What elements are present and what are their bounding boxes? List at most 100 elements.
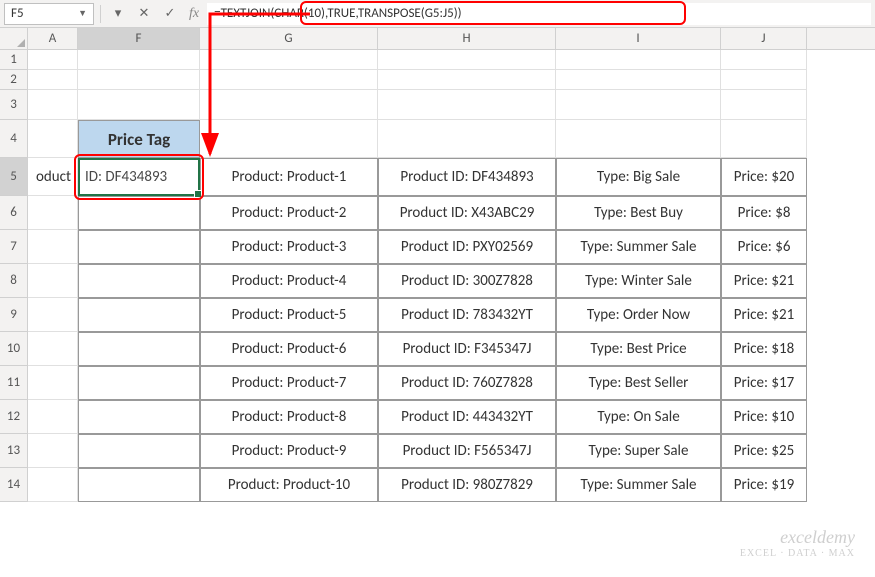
select-all-corner[interactable] <box>0 28 28 49</box>
cell[interactable]: Type: Best Buy <box>556 196 721 230</box>
cell[interactable]: Type: Big Sale <box>556 158 721 196</box>
cell[interactable]: Product: Product-3 <box>200 230 378 264</box>
cell[interactable]: Product ID: 300Z7828 <box>378 264 556 298</box>
cell[interactable]: Price: $20 <box>721 158 807 196</box>
cell[interactable]: Product: Product-9 <box>200 434 378 468</box>
cell[interactable] <box>556 50 721 70</box>
cell[interactable] <box>28 434 78 468</box>
cell[interactable] <box>78 70 200 90</box>
cell[interactable]: Price: $6 <box>721 230 807 264</box>
cell[interactable] <box>28 196 78 230</box>
cell[interactable] <box>78 366 200 400</box>
cell[interactable]: Type: Best Price <box>556 332 721 366</box>
cell[interactable]: Type: Order Now <box>556 298 721 332</box>
cell[interactable] <box>378 70 556 90</box>
row-header[interactable]: 5 <box>0 158 28 196</box>
cell[interactable] <box>556 70 721 90</box>
cell[interactable] <box>28 366 78 400</box>
cell[interactable] <box>721 50 807 70</box>
cell[interactable] <box>28 298 78 332</box>
col-header-g[interactable]: G <box>200 28 378 49</box>
cell[interactable]: Product ID: 443432YT <box>378 400 556 434</box>
header-price-tag[interactable]: Price Tag <box>78 120 200 158</box>
cell[interactable] <box>200 90 378 120</box>
cell-f5[interactable]: ID: DF434893 <box>78 158 200 196</box>
cell[interactable] <box>78 468 200 502</box>
cell-overflow[interactable]: oduct <box>28 158 78 196</box>
cell[interactable]: Product ID: F345347J <box>378 332 556 366</box>
cell[interactable]: Product ID: 760Z7828 <box>378 366 556 400</box>
row-header[interactable]: 4 <box>0 120 28 158</box>
cell[interactable] <box>78 264 200 298</box>
spreadsheet-grid[interactable]: 1 2 3 4 Price Tag 5 od <box>0 50 875 502</box>
name-box[interactable]: F5 ▼ <box>4 3 94 25</box>
row-header[interactable]: 12 <box>0 400 28 434</box>
cell[interactable]: Product ID: F565347J <box>378 434 556 468</box>
row-header[interactable]: 11 <box>0 366 28 400</box>
cell[interactable]: Price: $19 <box>721 468 807 502</box>
row-header[interactable]: 2 <box>0 70 28 90</box>
cell[interactable] <box>378 50 556 70</box>
cell[interactable]: Product ID: X43ABC29 <box>378 196 556 230</box>
cell[interactable] <box>200 70 378 90</box>
cell[interactable]: Price: $21 <box>721 264 807 298</box>
cell[interactable] <box>28 50 78 70</box>
cell[interactable] <box>78 90 200 120</box>
formula-input[interactable]: =TEXTJOIN(CHAR(10),TRUE,TRANSPOSE(G5:J5)… <box>207 3 871 25</box>
cell[interactable]: Product ID: 783432YT <box>378 298 556 332</box>
cancel-icon[interactable]: ✕ <box>133 3 155 25</box>
cell[interactable]: Product: Product-5 <box>200 298 378 332</box>
cell[interactable]: Product: Product-1 <box>200 158 378 196</box>
cell[interactable] <box>200 50 378 70</box>
cell[interactable] <box>28 90 78 120</box>
cell[interactable]: Type: Summer Sale <box>556 468 721 502</box>
cell[interactable] <box>78 196 200 230</box>
cell[interactable] <box>378 90 556 120</box>
cell[interactable]: Product ID: PXY02569 <box>378 230 556 264</box>
cell[interactable] <box>78 332 200 366</box>
cell[interactable]: Product: Product-7 <box>200 366 378 400</box>
col-header-h[interactable]: H <box>378 28 556 49</box>
col-header-a[interactable]: A <box>28 28 78 49</box>
down-icon[interactable]: ▾ <box>107 3 129 25</box>
cell[interactable]: Type: Best Seller <box>556 366 721 400</box>
col-header-j[interactable]: J <box>721 28 807 49</box>
cell[interactable] <box>78 230 200 264</box>
cell[interactable] <box>200 120 378 158</box>
cell[interactable]: Price: $8 <box>721 196 807 230</box>
cell[interactable] <box>556 120 721 158</box>
row-header[interactable]: 14 <box>0 468 28 502</box>
cell[interactable] <box>28 230 78 264</box>
cell[interactable]: Type: Super Sale <box>556 434 721 468</box>
cell[interactable] <box>378 120 556 158</box>
cell[interactable] <box>78 50 200 70</box>
cell[interactable] <box>28 120 78 158</box>
cell[interactable]: Price: $10 <box>721 400 807 434</box>
cell[interactable]: Product: Product-6 <box>200 332 378 366</box>
cell[interactable] <box>28 400 78 434</box>
cell[interactable]: Product: Product-10 <box>200 468 378 502</box>
row-header[interactable]: 8 <box>0 264 28 298</box>
col-header-f[interactable]: F <box>78 28 200 49</box>
cell[interactable]: Type: Summer Sale <box>556 230 721 264</box>
cell[interactable] <box>78 434 200 468</box>
cell[interactable]: Type: Winter Sale <box>556 264 721 298</box>
cell[interactable] <box>28 332 78 366</box>
cell[interactable]: Type: On Sale <box>556 400 721 434</box>
row-header[interactable]: 9 <box>0 298 28 332</box>
chevron-down-icon[interactable]: ▼ <box>78 8 87 19</box>
row-header[interactable]: 6 <box>0 196 28 230</box>
cell[interactable]: Product: Product-8 <box>200 400 378 434</box>
cell[interactable] <box>28 70 78 90</box>
cell[interactable] <box>556 90 721 120</box>
cell[interactable]: Product: Product-4 <box>200 264 378 298</box>
cell[interactable]: Product ID: 980Z7829 <box>378 468 556 502</box>
cell[interactable] <box>28 264 78 298</box>
cell[interactable]: Price: $17 <box>721 366 807 400</box>
fx-icon[interactable]: fx <box>185 6 203 22</box>
cell[interactable] <box>721 70 807 90</box>
cell[interactable] <box>78 400 200 434</box>
cell[interactable] <box>721 120 807 158</box>
row-header[interactable]: 3 <box>0 90 28 120</box>
cell[interactable]: Product: Product-2 <box>200 196 378 230</box>
